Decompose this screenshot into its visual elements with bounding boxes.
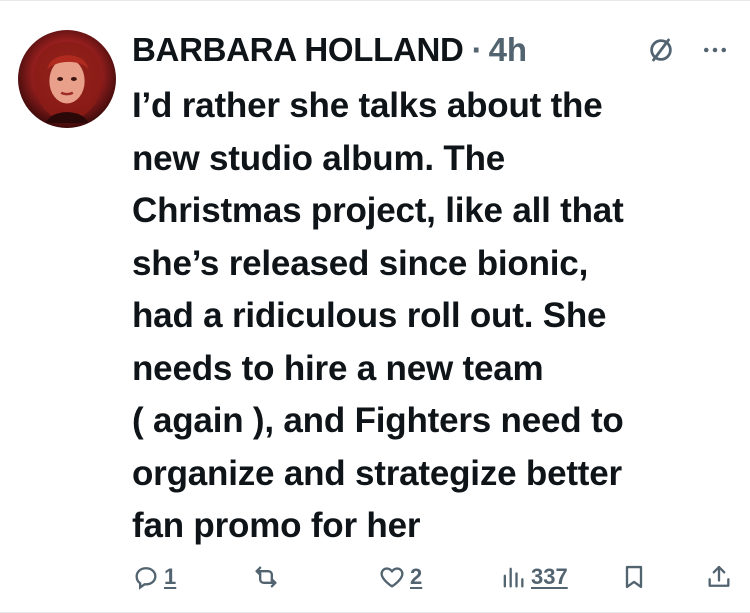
avatar[interactable]: [18, 30, 116, 128]
tweet-actions: 1 2 337: [132, 558, 730, 596]
tweet-text: I’d rather she talks about the new studi…: [132, 86, 624, 545]
avatar-image: [33, 41, 103, 124]
tweet-header: BARBARA HOLLAND · 4h: [132, 28, 730, 72]
reply-count[interactable]: 1: [164, 564, 176, 590]
heart-icon: [380, 567, 404, 588]
author-name[interactable]: BARBARA HOLLAND: [132, 31, 464, 69]
more-dots-icon[interactable]: [700, 35, 730, 65]
like-count[interactable]: 2: [410, 564, 422, 590]
views-button[interactable]: 337: [499, 563, 568, 591]
share-icon: [708, 565, 730, 587]
like-button[interactable]: 2: [378, 563, 422, 591]
reply-button[interactable]: 1: [132, 563, 176, 591]
reply-icon: [135, 567, 157, 590]
views-count[interactable]: 337: [531, 564, 568, 590]
bookmark-icon: [625, 565, 643, 589]
views-icon: [503, 567, 524, 588]
repost-button[interactable]: [252, 563, 280, 591]
timestamp[interactable]: 4h: [489, 31, 528, 69]
separator-dot: ·: [471, 31, 483, 68]
header-actions: [646, 35, 730, 65]
repost-icon: [255, 566, 277, 588]
slashed-circle-icon[interactable]: [646, 35, 676, 65]
share-button[interactable]: [705, 563, 733, 591]
top-divider: [0, 0, 750, 1]
bookmark-button[interactable]: [620, 563, 648, 591]
